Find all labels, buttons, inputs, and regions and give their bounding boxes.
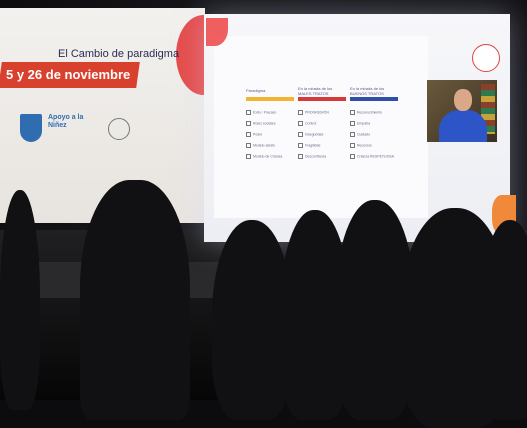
slide-table-cell: Reconocimiento [350, 110, 382, 115]
column-color-bar [246, 97, 294, 101]
shield-logo-icon [20, 114, 42, 142]
column-color-bar [350, 97, 398, 101]
cell-text: Éxito / Fracaso [253, 110, 277, 115]
checkbox-icon [246, 110, 251, 115]
cell-text: Poder [253, 132, 263, 137]
cell-text: PROGRESIÓN [305, 110, 329, 115]
checkbox-icon [298, 121, 303, 126]
slide-table-cell: Recursos [350, 143, 372, 148]
column-color-bar [298, 97, 346, 101]
slide-table-cell: Poder [246, 132, 262, 137]
speaker-body [439, 110, 487, 142]
cell-text: Control [305, 121, 317, 126]
checkbox-icon [350, 154, 355, 159]
checkbox-icon [350, 121, 355, 126]
cell-text: Cuidado [357, 132, 371, 137]
seal-icon [108, 118, 130, 140]
event-logo-icon [472, 44, 500, 72]
slide-table-cell: Modelo adulto [246, 143, 275, 148]
slide-table-cell: Cuidado [350, 132, 370, 137]
checkbox-icon [350, 143, 355, 148]
checkbox-icon [298, 143, 303, 148]
checkbox-icon [246, 154, 251, 159]
cell-text: Inseguridad [305, 132, 324, 137]
cell-text: Roles sociales [253, 121, 276, 126]
cell-text: Recursos [357, 143, 372, 148]
audience-head [480, 220, 527, 420]
cell-text: Modelo adulto [253, 143, 275, 148]
audience-head [80, 180, 190, 420]
banner-date: 5 y 26 de noviembre [6, 67, 131, 82]
slide-title: El Cambio de paradigma [58, 48, 180, 60]
checkbox-icon [298, 110, 303, 115]
slide-table-cell: Fragilidad [298, 143, 320, 148]
slide-table-cell: Inseguridad [298, 132, 323, 137]
cell-text: Desconfianza [305, 154, 327, 159]
cell-text: Empatía [357, 121, 371, 126]
slide-table-cell: Crianza RESPETUOSA [350, 154, 394, 159]
slide-table-cell: Éxito / Fracaso [246, 110, 276, 115]
checkbox-icon [298, 154, 303, 159]
speaker-video [427, 80, 497, 142]
audience-silhouettes [0, 180, 527, 428]
cell-text: Crianza RESPETUOSA [357, 154, 394, 159]
banner-org-text: Apoyo a la Niñez [48, 114, 84, 129]
speaker-face [454, 89, 472, 111]
checkbox-icon [350, 132, 355, 137]
slide-table-cell: PROGRESIÓN [298, 110, 329, 115]
cell-text: Reconocimiento [357, 110, 383, 115]
checkbox-icon [350, 110, 355, 115]
slide-table-cell: Empatía [350, 121, 370, 126]
checkbox-icon [246, 132, 251, 137]
slide-column-header: Paradigma [246, 88, 266, 93]
cell-text: Fragilidad [305, 143, 321, 148]
slide-table-cell: Desconfianza [298, 154, 326, 159]
checkbox-icon [298, 132, 303, 137]
slide-table-cell: Control [298, 121, 316, 126]
audience-head [0, 190, 40, 410]
checkbox-icon [246, 143, 251, 148]
slide-table-cell: Modelo de Crianza [246, 154, 282, 159]
checkbox-icon [246, 121, 251, 126]
slide-column-header: En la mirada de los BUENOS TRATOS [350, 86, 385, 96]
slide-table-cell: Roles sociales [246, 121, 276, 126]
cell-text: Modelo de Crianza [253, 154, 283, 159]
slide-column-header: En la mirada de los MALES TRATOS [298, 86, 333, 96]
